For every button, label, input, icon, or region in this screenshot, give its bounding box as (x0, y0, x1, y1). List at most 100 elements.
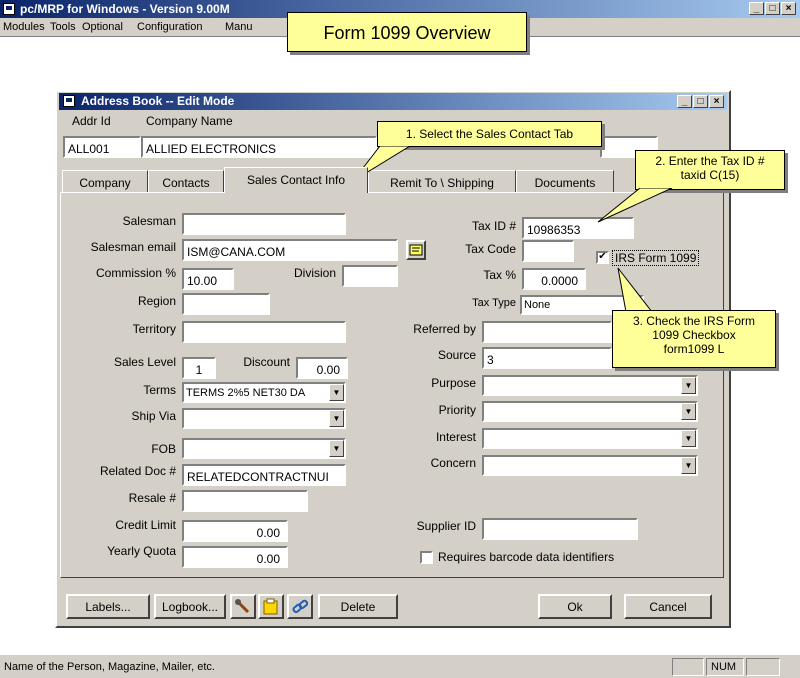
salesman-label: Salesman (122, 214, 176, 228)
dialog-icon (63, 95, 75, 107)
addr-id-field[interactable]: ALL001 (63, 136, 141, 158)
menu-modules[interactable]: Modules (3, 21, 45, 33)
tax-code-label: Tax Code (465, 242, 516, 256)
discount-field[interactable]: 0.00 (296, 357, 348, 379)
credit-limit-field[interactable]: 0.00 (182, 520, 288, 542)
clipboard-button[interactable] (258, 594, 284, 619)
yearly-quota-label: Yearly Quota (107, 544, 176, 558)
terms-select[interactable]: TERMS 2%5 NET30 DA ▼ (182, 382, 346, 403)
dialog-maximize-button[interactable]: □ (693, 95, 708, 108)
barcode-label: Requires barcode data identifiers (438, 550, 615, 564)
tab-contacts[interactable]: Contacts (148, 170, 224, 193)
purpose-label: Purpose (431, 376, 476, 390)
division-label: Division (293, 266, 336, 280)
tax-type-label: Tax Type (472, 297, 516, 309)
checkmark-icon: ✔ (598, 251, 607, 262)
salesman-email-field[interactable]: ISM@CANA.COM (182, 239, 398, 261)
salesman-field[interactable] (182, 213, 346, 235)
sales-level-field[interactable]: 1 (182, 357, 216, 379)
chevron-down-icon[interactable]: ▼ (681, 430, 696, 447)
step3-pointer (617, 267, 654, 313)
ship-via-select[interactable]: ▼ (182, 408, 346, 429)
tax-pct-field[interactable]: 0.0000 (522, 268, 586, 290)
dialog-minimize-button[interactable]: _ (677, 95, 692, 108)
sales-level-label: Sales Level (113, 355, 176, 369)
logbook-button[interactable]: Logbook... (154, 594, 226, 619)
step3-line1: 3. Check the IRS Form (632, 314, 756, 328)
chevron-down-icon[interactable]: ▼ (681, 377, 696, 394)
credit-limit-label: Credit Limit (115, 518, 176, 532)
dialog-title-bar: Address Book -- Edit Mode _ □ × (59, 93, 727, 110)
source-field[interactable]: 3 (482, 347, 612, 369)
link-icon (292, 599, 309, 614)
priority-label: Priority (438, 403, 476, 417)
ok-button[interactable]: Ok (538, 594, 612, 619)
labels-button[interactable]: Labels... (66, 594, 150, 619)
cancel-button[interactable]: Cancel (624, 594, 712, 619)
related-doc-label: Related Doc # (99, 464, 176, 478)
step3-line2: 1099 Checkbox (652, 328, 736, 342)
fob-select[interactable]: ▼ (182, 438, 346, 459)
referred-by-field[interactable] (482, 321, 612, 343)
company-name-field[interactable]: ALLIED ELECTRONICS (141, 136, 377, 158)
division-field[interactable] (342, 265, 398, 287)
delete-button[interactable]: Delete (318, 594, 398, 619)
interest-select[interactable]: ▼ (482, 428, 698, 449)
barcode-checkbox[interactable] (420, 551, 433, 564)
company-name-label: Company Name (146, 114, 233, 128)
minimize-button[interactable]: _ (749, 2, 764, 15)
irs-form-1099-checkbox[interactable]: ✔ (596, 251, 609, 264)
pin-button[interactable] (230, 594, 256, 619)
commission-label: Commission % (95, 266, 176, 280)
fob-label: FOB (151, 442, 176, 456)
region-label: Region (137, 294, 176, 308)
resale-field[interactable] (182, 490, 308, 512)
irs-form-1099-label[interactable]: IRS Form 1099 (612, 250, 700, 266)
territory-field[interactable] (182, 321, 346, 343)
menu-optional[interactable]: Optional (82, 21, 123, 33)
step3-line3: form1099 L (663, 342, 725, 356)
resale-label: Resale # (128, 491, 176, 505)
tax-pct-label: Tax % (483, 268, 516, 282)
supplier-id-field[interactable] (482, 518, 638, 540)
step1-callout: 1. Select the Sales Contact Tab (377, 121, 602, 147)
concern-select[interactable]: ▼ (482, 455, 698, 476)
app-icon (3, 3, 15, 15)
tab-sales-contact-info[interactable]: Sales Contact Info (224, 167, 368, 193)
tax-type-value: None (524, 299, 551, 311)
tax-code-field[interactable] (522, 240, 574, 262)
maximize-button[interactable]: □ (765, 2, 780, 15)
purpose-select[interactable]: ▼ (482, 375, 698, 396)
terms-label: Terms (143, 383, 176, 397)
chevron-down-icon[interactable]: ▼ (329, 440, 344, 457)
step2-callout: 2. Enter the Tax ID # taxid C(15) (635, 150, 785, 190)
overview-callout: Form 1099 Overview (287, 12, 527, 52)
commission-field[interactable]: 10.00 (182, 268, 234, 290)
step3-callout: 3. Check the IRS Form 1099 Checkbox form… (612, 310, 776, 368)
concern-label: Concern (430, 456, 476, 470)
region-field[interactable] (182, 293, 270, 315)
yearly-quota-field[interactable]: 0.00 (182, 546, 288, 568)
chevron-down-icon[interactable]: ▼ (329, 410, 344, 427)
app-title: pc/MRP for Windows - Version 9.00M (20, 2, 230, 16)
dialog-close-button[interactable]: × (709, 95, 724, 108)
status-text: Name of the Person, Magazine, Mailer, et… (4, 661, 215, 673)
status-panel-1 (672, 658, 704, 676)
status-num: NUM (706, 658, 744, 676)
menu-configuration[interactable]: Configuration (137, 21, 202, 33)
salesman-email-label: Salesman email (90, 240, 176, 254)
priority-select[interactable]: ▼ (482, 401, 698, 422)
menu-tools[interactable]: Tools (50, 21, 76, 33)
chevron-down-icon[interactable]: ▼ (681, 457, 696, 474)
close-button[interactable]: × (781, 2, 796, 15)
status-bar: Name of the Person, Magazine, Mailer, et… (0, 654, 800, 678)
clipboard-icon (263, 598, 278, 615)
chevron-down-icon[interactable]: ▼ (329, 384, 344, 401)
source-label: Source (437, 348, 476, 362)
menu-manufacturing[interactable]: Manu (225, 21, 253, 33)
chevron-down-icon[interactable]: ▼ (681, 403, 696, 420)
link-button[interactable] (287, 594, 313, 619)
tab-company[interactable]: Company (62, 170, 148, 193)
related-doc-field[interactable]: RELATEDCONTRACTNUI (182, 464, 346, 486)
addr-id-label: Addr Id (72, 114, 111, 128)
